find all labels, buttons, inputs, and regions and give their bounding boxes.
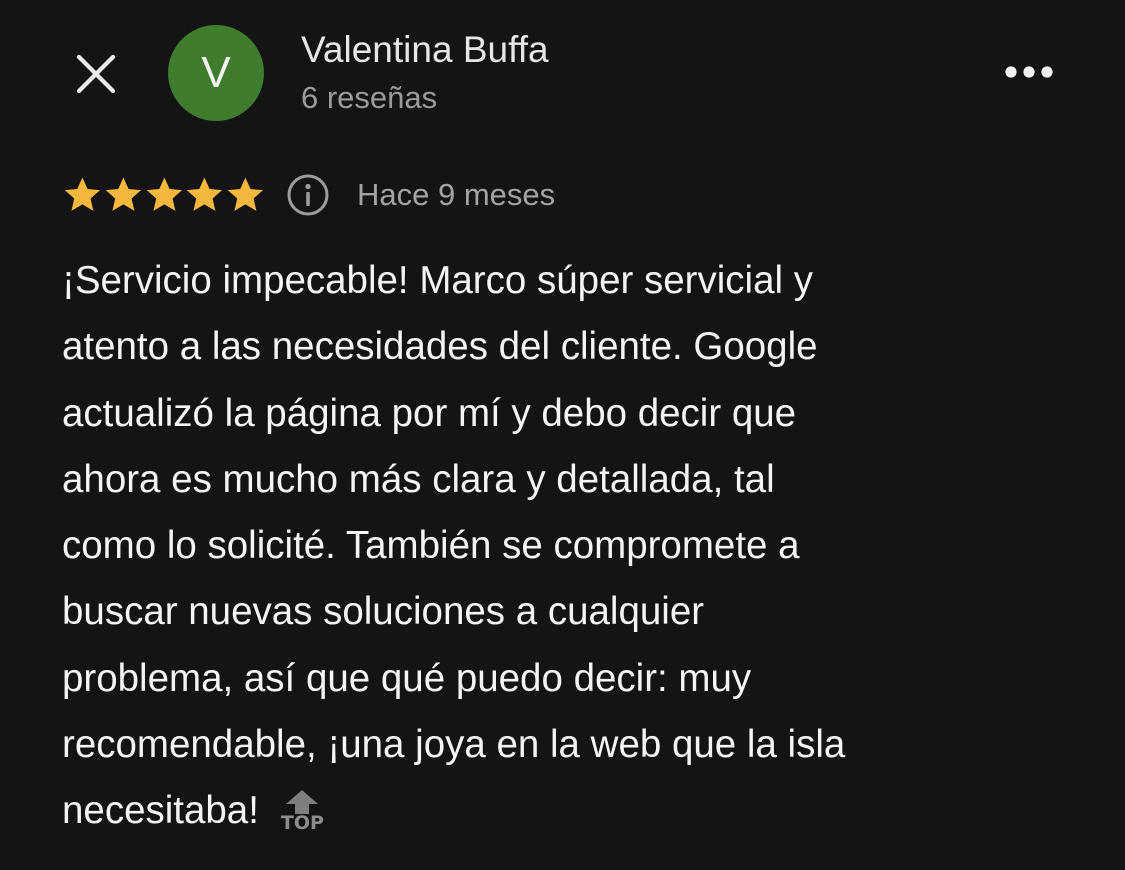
scroll-to-top-label: TOP <box>280 812 324 835</box>
review-text-line: actualizó la página por mí y debo decir … <box>62 391 797 435</box>
close-button[interactable] <box>70 48 122 100</box>
review-text-line: problema, así que qué puedo decir: muy <box>62 656 752 700</box>
close-icon <box>76 54 116 94</box>
scroll-to-top-button[interactable]: TOP <box>281 789 324 833</box>
star-icon <box>105 177 141 211</box>
rating-row: Hace 9 meses <box>62 172 555 218</box>
review-date: Hace 9 meses <box>357 177 556 212</box>
review-count: 6 reseñas <box>301 80 438 115</box>
star-rating <box>62 175 266 215</box>
review-text-line: ¡Servicio impecable! Marco súper servici… <box>62 259 813 302</box>
star-icon <box>227 177 264 211</box>
info-button[interactable] <box>285 172 331 218</box>
review-text-last-line: necesitaba! TOP <box>62 778 1102 844</box>
review-text-line: necesitaba! <box>62 789 259 833</box>
review-text: ¡Servicio impecable! Marco súper servici… <box>62 248 1102 845</box>
star-icon <box>146 177 182 211</box>
avatar-letter: V <box>201 48 231 97</box>
review-text-line: buscar nuevas soluciones a cualquier <box>62 590 705 634</box>
user-name[interactable]: Valentina Buffa <box>301 28 549 72</box>
star-icon <box>187 177 223 211</box>
more-horizontal-icon <box>1005 66 1053 78</box>
review-text-line: recomendable, ¡una joya en la web que la… <box>62 723 846 767</box>
more-options-button[interactable] <box>996 52 1062 92</box>
review-text-line: atento a las necesidades del cliente. Go… <box>62 325 818 369</box>
review-text-line: como lo solicité. También se compromete … <box>62 524 800 568</box>
avatar[interactable]: V <box>168 25 264 121</box>
star-icon <box>64 177 101 211</box>
review-text-line: ahora es mucho más clara y detallada, ta… <box>62 457 775 501</box>
info-icon <box>287 174 329 216</box>
